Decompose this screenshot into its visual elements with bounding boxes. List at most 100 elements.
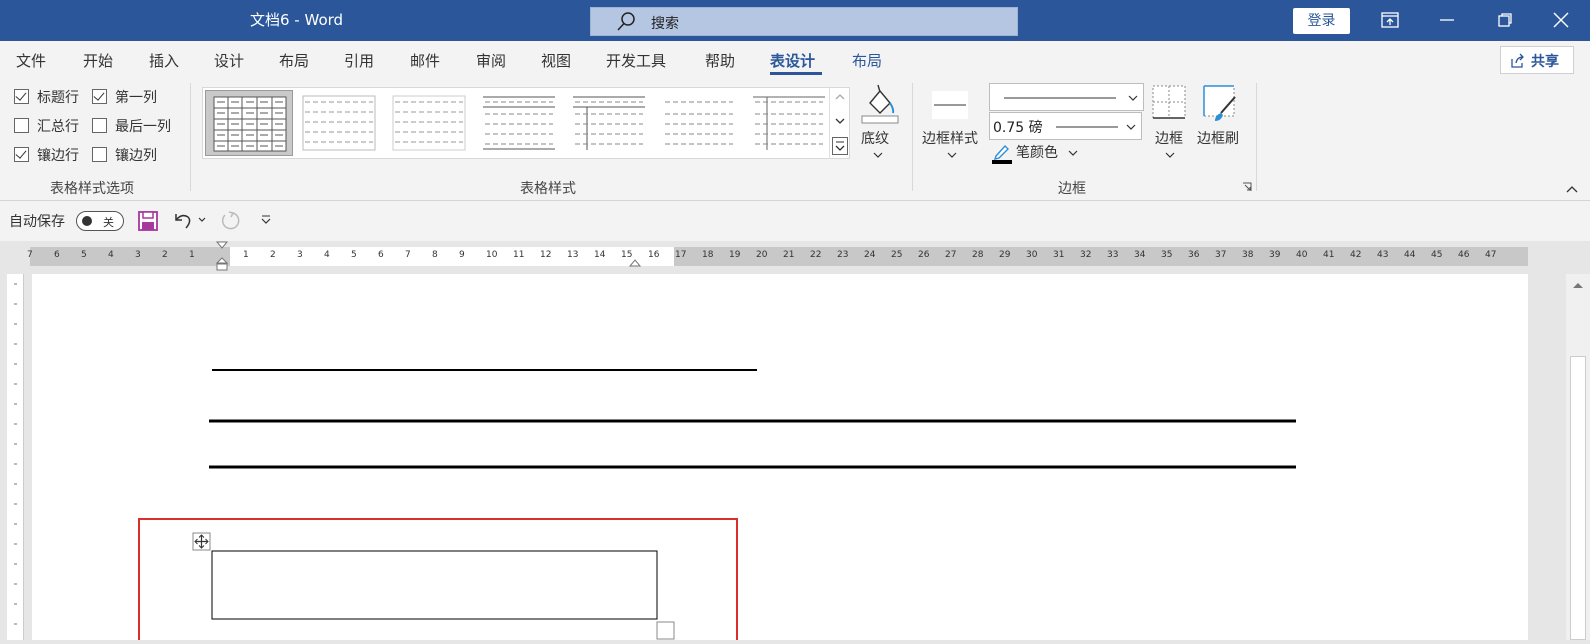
table-style-plain-4[interactable] — [565, 90, 653, 156]
pen-color-label: 笔颜色 — [1016, 145, 1058, 161]
ruler-number: 30 — [1026, 250, 1038, 260]
share-label: 共享 — [1531, 54, 1559, 70]
ruler-number: 4 — [324, 250, 330, 260]
ruler-number: 3 — [135, 250, 141, 260]
tab-insert[interactable]: 插入 — [149, 50, 179, 71]
tab-view[interactable]: 视图 — [541, 50, 571, 71]
vertical-scrollbar[interactable] — [1566, 274, 1590, 640]
ruler-number: 6 — [378, 250, 384, 260]
ruler-number: 1 — [189, 250, 195, 260]
table-style-plain-6[interactable] — [745, 90, 833, 156]
tab-layout[interactable]: 布局 — [279, 50, 309, 71]
vertical-ruler[interactable] — [7, 274, 24, 640]
table-style-plain-1[interactable] — [295, 90, 383, 156]
document-content — [138, 369, 1296, 644]
indent-markers-icon[interactable] — [216, 241, 228, 272]
table-style-plain-3[interactable] — [475, 90, 563, 156]
checkbox-header-row-box[interactable] — [14, 89, 29, 104]
tab-file[interactable]: 文件 — [16, 50, 46, 71]
tab-table-layout[interactable]: 布局 — [852, 50, 882, 71]
ruler-number: 8 — [432, 250, 438, 260]
line-style-dropdown-icon — [1128, 95, 1138, 101]
table-style-plain-2[interactable] — [385, 90, 473, 156]
tab-mailings[interactable]: 邮件 — [410, 50, 440, 71]
table-resize-handle — [656, 621, 675, 640]
ruler-number: 16 — [648, 250, 660, 260]
minimize-button[interactable] — [1418, 0, 1476, 41]
checkbox-banded-rows-box[interactable] — [14, 147, 29, 162]
tab-review[interactable]: 审阅 — [476, 50, 506, 71]
borders-dialog-launcher-icon[interactable] — [1242, 182, 1252, 192]
shading-label: 底纹 — [861, 131, 889, 147]
checkbox-total-row-box[interactable] — [14, 118, 29, 133]
pen-color-button[interactable]: 笔颜色 — [992, 141, 1088, 165]
right-indent-marker-icon[interactable] — [629, 257, 641, 267]
ruler-number: 18 — [702, 250, 714, 260]
undo-dropdown-icon[interactable] — [198, 217, 206, 223]
scroll-thumb[interactable] — [1570, 356, 1586, 640]
restore-button[interactable] — [1476, 0, 1534, 41]
ruler-number: 36 — [1188, 250, 1200, 260]
table-styles-gallery — [202, 87, 850, 159]
border-painter-button[interactable]: 边框刷 — [1197, 83, 1247, 167]
borders-button[interactable]: 边框 — [1150, 83, 1190, 167]
horizontal-ruler[interactable]: 7 6 5 4 3 2 1 1 2 3 4 5 6 7 8 9 10 11 12 13 14 15 16 17 18 19 20 21… — [27, 247, 1528, 266]
save-icon[interactable] — [138, 211, 158, 231]
table-style-grid[interactable] — [205, 90, 293, 156]
ruler-number: 47 — [1485, 250, 1497, 260]
title-bar: 文档6 - Word 搜索 登录 — [0, 0, 1590, 41]
checkbox-total-row-label: 汇总行 — [37, 119, 79, 135]
group-separator — [912, 83, 913, 191]
autosave-toggle[interactable]: 关 — [76, 211, 124, 231]
ruler-number: 21 — [783, 250, 795, 260]
ruler-number: 40 — [1296, 250, 1308, 260]
redo-icon[interactable] — [219, 210, 241, 232]
border-styles-button[interactable]: 边框样式 — [920, 83, 984, 167]
gallery-more-icon[interactable] — [832, 137, 848, 155]
share-button[interactable]: 共享 — [1500, 46, 1574, 74]
ruler-number: 24 — [864, 250, 876, 260]
document-page[interactable] — [32, 274, 1528, 644]
ruler-number: 26 — [918, 250, 930, 260]
close-button[interactable] — [1532, 0, 1590, 41]
collapse-ribbon-icon[interactable] — [1566, 185, 1578, 193]
table-style-plain-5[interactable] — [655, 90, 743, 156]
group-separator — [190, 83, 191, 191]
customize-qat-icon[interactable] — [260, 215, 272, 225]
ruler-number: 7 — [405, 250, 411, 260]
tab-references[interactable]: 引用 — [344, 50, 374, 71]
gallery-down-icon[interactable] — [834, 115, 846, 127]
checkbox-first-column-box[interactable] — [92, 89, 107, 104]
checkbox-banded-columns-box[interactable] — [92, 147, 107, 162]
line-weight-dropdown[interactable]: 0.75 磅 — [989, 112, 1142, 140]
undo-icon[interactable] — [172, 211, 194, 231]
shading-button[interactable]: 底纹 — [858, 83, 902, 167]
ribbon-display-options-button[interactable] — [1360, 0, 1418, 41]
checkbox-banded-rows-label: 镶边行 — [37, 148, 79, 164]
border-style-icon — [932, 91, 968, 119]
tab-table-design[interactable]: 表设计 — [770, 50, 815, 71]
ruler-number: 19 — [729, 250, 741, 260]
table-move-handle-icon — [192, 532, 211, 551]
active-tab-indicator — [770, 72, 822, 75]
tab-developer[interactable]: 开发工具 — [606, 50, 666, 71]
gallery-scrollbar — [829, 87, 850, 159]
table-style-plain-6-preview — [753, 96, 825, 150]
checkbox-last-column-label: 最后一列 — [115, 119, 171, 135]
line-style-dropdown[interactable] — [989, 83, 1144, 111]
ruler-number: 17 — [675, 250, 687, 260]
gallery-up-icon[interactable] — [834, 91, 846, 103]
scroll-up-icon[interactable] — [1572, 280, 1584, 290]
ruler-number: 33 — [1107, 250, 1119, 260]
checkbox-last-column-box[interactable] — [92, 118, 107, 133]
tab-home[interactable]: 开始 — [83, 50, 113, 71]
tab-design[interactable]: 设计 — [214, 50, 244, 71]
ruler-number: 10 — [486, 250, 498, 260]
line-weight-preview — [1056, 126, 1118, 128]
border-painter-icon — [1203, 85, 1236, 121]
vertical-ruler-ticks — [14, 283, 17, 625]
login-button[interactable]: 登录 — [1293, 8, 1350, 34]
search-box[interactable]: 搜索 — [590, 7, 1018, 36]
tab-help[interactable]: 帮助 — [705, 50, 735, 71]
ruler-number: 35 — [1161, 250, 1173, 260]
